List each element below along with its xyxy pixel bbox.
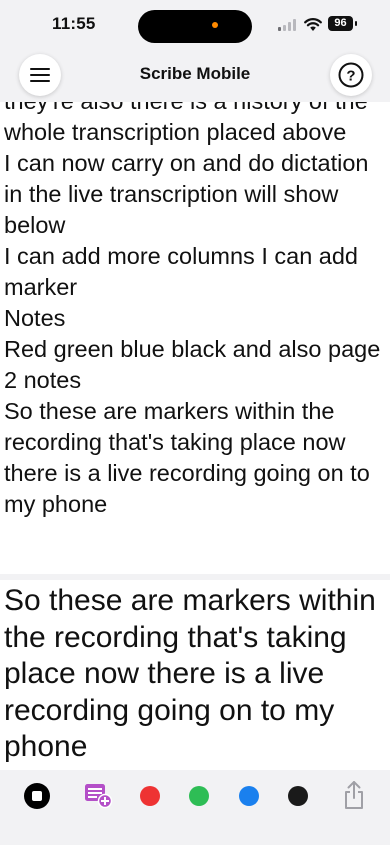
wifi-icon xyxy=(304,18,322,31)
status-bar: 11:55 96 xyxy=(0,0,390,50)
transcript-history[interactable]: they're also there is a history of the w… xyxy=(0,102,390,578)
battery-indicator: 96 xyxy=(328,16,353,31)
help-button[interactable]: ? xyxy=(330,54,372,96)
stop-recording-button[interactable] xyxy=(24,783,50,809)
section-divider xyxy=(0,574,390,580)
add-note-icon xyxy=(85,784,113,809)
marker-red-button[interactable] xyxy=(140,786,160,806)
marker-green-button[interactable] xyxy=(189,786,209,806)
app-header: Scribe Mobile ? xyxy=(0,50,390,102)
add-note-button[interactable] xyxy=(84,782,114,810)
mic-indicator-icon xyxy=(212,22,218,28)
dynamic-island xyxy=(138,10,252,43)
question-circle-icon: ? xyxy=(338,62,364,88)
stop-recording-icon xyxy=(32,791,42,801)
live-transcript: So these are markers within the recordin… xyxy=(4,584,376,763)
share-button[interactable] xyxy=(342,780,366,810)
status-time: 11:55 xyxy=(52,14,96,33)
bottom-toolbar xyxy=(0,770,390,845)
marker-black-button[interactable] xyxy=(288,786,308,806)
share-icon xyxy=(345,781,363,809)
cellular-signal-icon xyxy=(278,19,298,31)
marker-blue-button[interactable] xyxy=(239,786,259,806)
battery-cap xyxy=(355,21,357,26)
svg-text:?: ? xyxy=(346,68,355,85)
history-text: they're also there is a history of the w… xyxy=(4,102,381,517)
